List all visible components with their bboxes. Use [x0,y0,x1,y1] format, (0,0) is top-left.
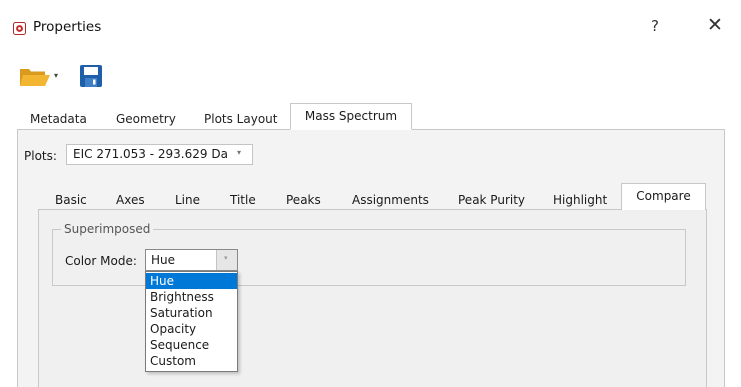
subtab-peak-purity[interactable]: Peak Purity [458,191,525,209]
chevron-down-icon: ▾ [237,148,242,157]
option-custom[interactable]: Custom [146,353,237,369]
plots-label: Plots: [24,149,57,163]
subtab-assignments[interactable]: Assignments [352,191,429,209]
subtab-title[interactable]: Title [230,191,256,209]
tab-plots-layout[interactable]: Plots Layout [204,110,277,129]
help-button[interactable]: ? [645,17,665,35]
title-bar [0,0,741,52]
open-dropdown-arrow[interactable]: ▾ [54,71,58,80]
superimposed-group-title: Superimposed [61,222,154,236]
plots-select[interactable]: EIC 271.053 - 293.629 Da ▾ [66,144,253,165]
subtab-compare[interactable]: Compare [621,183,706,210]
app-icon [13,22,26,35]
option-saturation[interactable]: Saturation [146,305,237,321]
color-mode-label: Color Mode: [65,254,137,268]
subtab-highlight[interactable]: Highlight [553,191,607,209]
chevron-down-icon: ▾ [224,254,228,262]
plots-select-value: EIC 271.053 - 293.629 Da [73,147,228,161]
tab-mass-spectrum[interactable]: Mass Spectrum [290,103,412,130]
subtab-line[interactable]: Line [175,191,200,209]
tab-geometry[interactable]: Geometry [116,110,176,129]
subtab-basic[interactable]: Basic [55,191,87,209]
option-sequence[interactable]: Sequence [146,337,237,353]
subtab-peaks[interactable]: Peaks [286,191,321,209]
close-button[interactable]: ✕ [703,14,727,36]
option-brightness[interactable]: Brightness [146,289,237,305]
folder-open-icon[interactable] [19,66,51,88]
color-mode-select[interactable]: Hue ▾ [145,249,238,271]
option-opacity[interactable]: Opacity [146,321,237,337]
tab-metadata[interactable]: Metadata [30,110,87,129]
color-mode-value: Hue [151,253,176,267]
window-title: Properties [33,19,102,35]
color-mode-dropdown-button[interactable]: ▾ [216,250,237,270]
color-mode-options: Hue Brightness Saturation Opacity Sequen… [145,271,238,372]
option-hue[interactable]: Hue [146,273,237,289]
save-icon[interactable] [79,64,103,88]
subtab-axes[interactable]: Axes [116,191,145,209]
